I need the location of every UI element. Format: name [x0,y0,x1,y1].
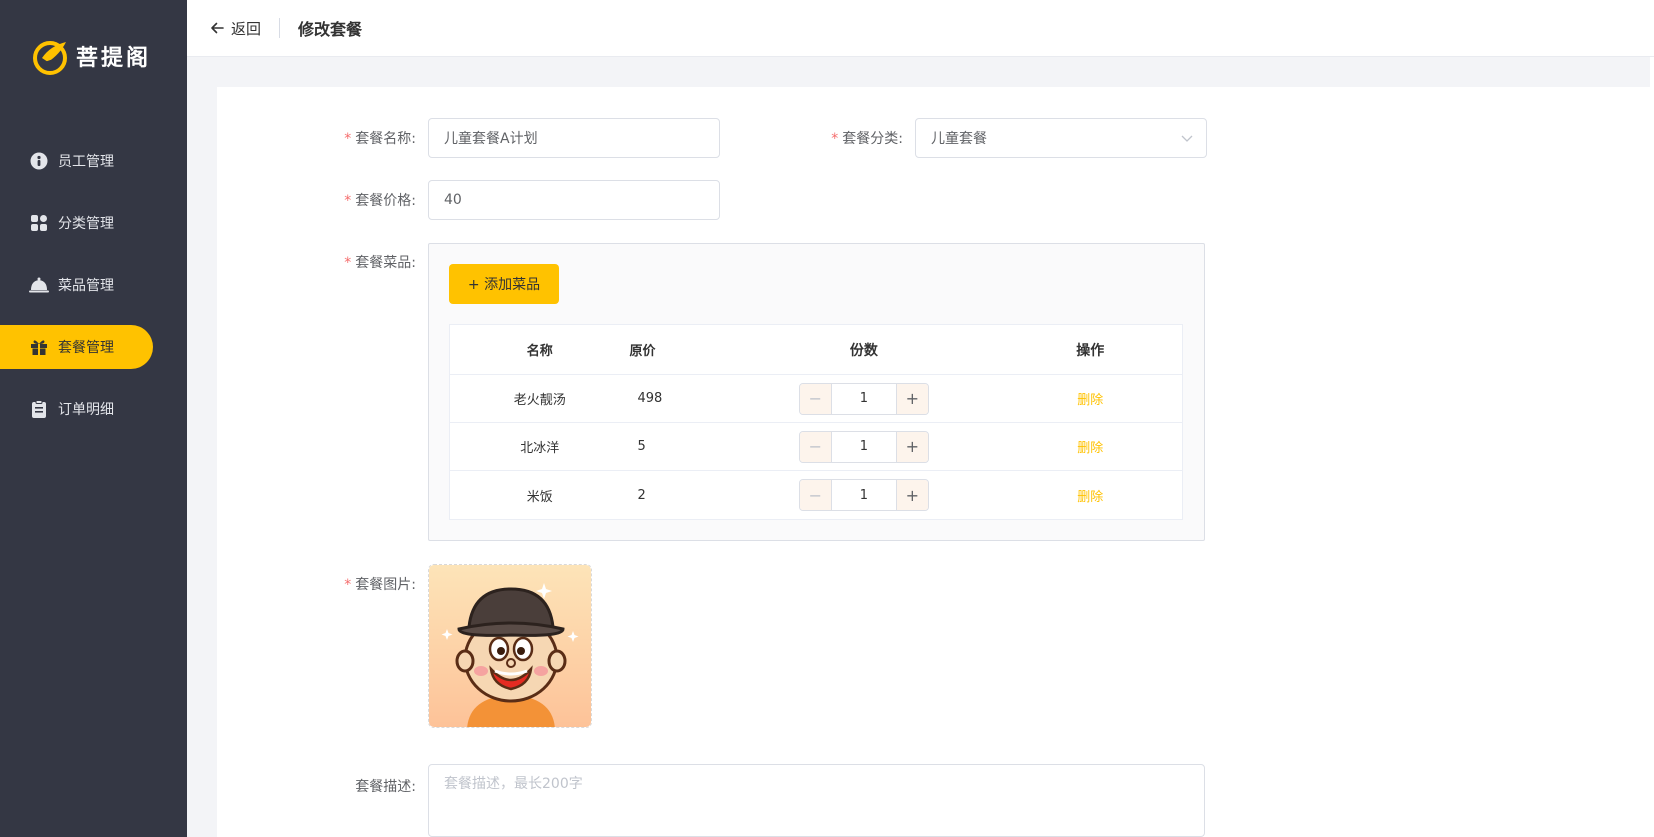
logo-icon [33,41,67,75]
quantity-stepper: − 1 + [798,479,929,511]
setmeal-name-input[interactable]: 儿童套餐A计划 [428,118,720,158]
gift-icon [29,337,49,357]
decrement-button[interactable]: − [799,480,832,510]
dish-name: 老火靓汤 [513,393,566,408]
increment-button[interactable]: + [895,431,928,462]
page-title: 修改套餐 [298,20,363,39]
decrement-button[interactable]: − [799,383,832,414]
dish-price: 498 [637,391,663,406]
logo-text: 菩提阁 [76,46,152,71]
employee-icon [29,151,49,171]
price-label: * 套餐价格: [344,193,416,209]
setmeal-category-select[interactable]: 儿童套餐 [915,118,1207,158]
table-header: 名称 原价 份数 操作 [450,325,1182,375]
image-label: * 套餐图片: [344,577,416,593]
setmeal-price-value: 40 [444,192,462,208]
action-cell: 删除 [999,389,1183,408]
column-header: 份数 [849,342,878,359]
dish-price: 2 [637,487,646,503]
required-mark: * [344,193,352,209]
page-header: 返回 修改套餐 [187,0,1654,57]
decrement-button[interactable]: − [799,431,832,462]
delete-link[interactable]: 删除 [1077,441,1103,456]
dish-name: 米饭 [526,489,553,505]
delete-link[interactable]: 删除 [1077,490,1103,505]
dish-table: 名称 原价 份数 操作 老火靓汤 498 − 1 + 删除 北冰洋 5 − 1 … [449,324,1183,520]
name-label: * 套餐名称: [344,131,416,147]
copies-cell: − 1 + [729,479,998,511]
required-mark: * [344,255,352,271]
sidebar-item-setmeal[interactable]: 套餐管理 [0,325,153,369]
quantity-stepper: − 1 + [798,382,929,415]
setmeal-name-value: 儿童套餐A计划 [444,131,538,147]
quantity-stepper: − 1 + [798,430,929,463]
required-mark: * [344,577,352,593]
delete-link[interactable]: 删除 [1077,393,1103,408]
sidebar-item-employee[interactable]: 员工管理 [0,139,153,183]
column-header: 名称 [526,344,553,359]
header-divider [279,18,281,38]
dish-price: 5 [637,439,646,454]
sidebar-item-label: 菜品管理 [58,278,114,294]
setmeal-price-input[interactable]: 40 [428,180,720,220]
scrollbar[interactable] [1650,57,1654,837]
quantity-value[interactable]: 1 [831,431,896,462]
back-label: 返回 [231,19,262,38]
logo: 菩提阁 [32,36,151,76]
table-row: 米饭 2 − 1 + 删除 [450,471,1182,519]
add-dish-button[interactable]: + 添加菜品 [449,264,559,304]
sidebar-nav: 员工管理 分类管理 菜品管理 套餐管理 订单明细 [0,139,187,449]
category-icon [29,213,49,233]
dish-icon [29,275,49,295]
sidebar-item-category[interactable]: 分类管理 [0,201,153,245]
sidebar-item-orders[interactable]: 订单明细 [0,387,153,431]
dishes-label: * 套餐菜品: [344,255,416,271]
table-row: 老火靓汤 498 − 1 + 删除 [450,375,1182,423]
sidebar-item-label: 套餐管理 [58,340,114,356]
back-button[interactable]: 返回 [209,18,261,39]
description-placeholder: 套餐描述，最长200字 [444,776,583,792]
copies-cell: − 1 + [729,430,998,463]
sidebar-item-label: 员工管理 [58,154,114,170]
quantity-value[interactable]: 1 [831,480,896,510]
table-row: 北冰洋 5 − 1 + 删除 [450,423,1182,471]
copies-cell: − 1 + [729,382,998,415]
dish-box: + 添加菜品 名称 原价 份数 操作 老火靓汤 498 − 1 + 删除 北冰洋… [428,243,1205,541]
dish-name: 北冰洋 [520,441,560,456]
category-label: * 套餐分类: [831,131,903,147]
setmeal-category-value: 儿童套餐 [931,131,987,147]
column-header: 操作 [1076,342,1105,359]
action-cell: 删除 [999,486,1183,505]
action-cell: 删除 [999,437,1183,456]
setmeal-image [429,565,591,727]
quantity-value[interactable]: 1 [831,383,896,414]
increment-button[interactable]: + [895,383,928,414]
sidebar-item-label: 订单明细 [58,402,114,418]
column-header: 原价 [629,344,656,359]
chevron-down-icon [1181,135,1193,142]
sidebar: 菩提阁 员工管理 分类管理 菜品管理 套餐管理 订单明细 [0,0,187,837]
sidebar-item-label: 分类管理 [58,216,114,232]
image-uploader[interactable] [428,564,592,728]
setmeal-description-textarea[interactable]: 套餐描述，最长200字 [428,764,1205,837]
clipboard-icon [29,399,49,419]
increment-button[interactable]: + [895,480,928,510]
sidebar-item-dish[interactable]: 菜品管理 [0,263,153,307]
required-mark: * [344,131,352,147]
desc-label: 套餐描述: [355,779,416,795]
required-mark: * [831,131,839,147]
arrow-left-icon [211,22,224,34]
